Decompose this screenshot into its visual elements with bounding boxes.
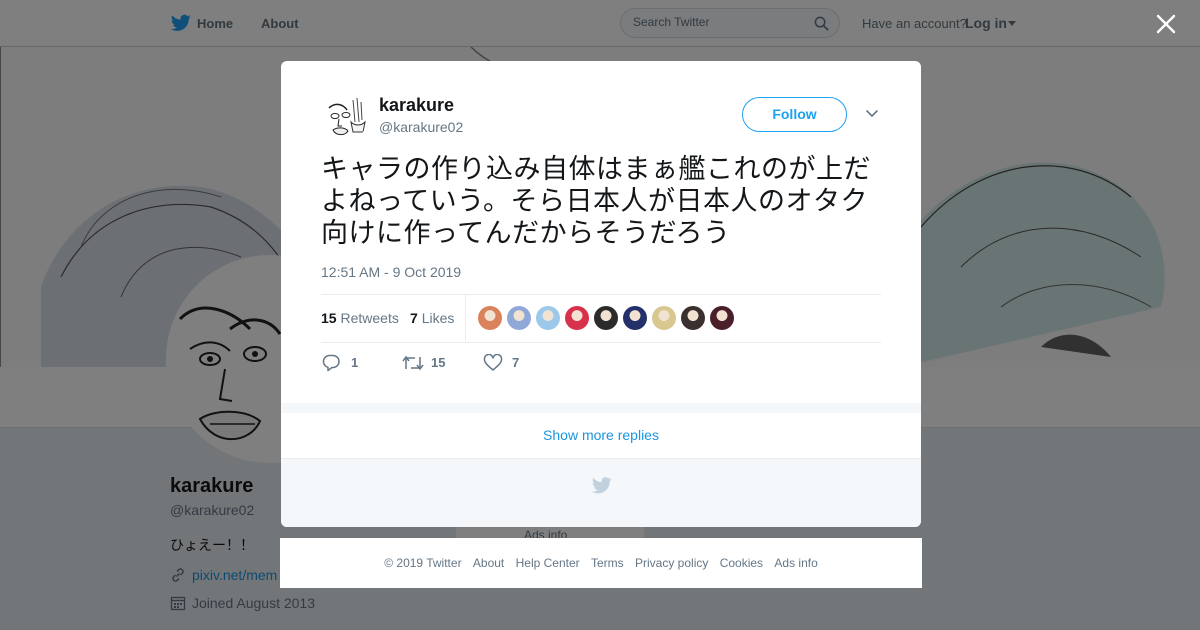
footer-terms-link[interactable]: Terms — [591, 556, 624, 570]
footer-ads-info-link[interactable]: Ads info — [774, 556, 817, 570]
stats-divider — [465, 295, 466, 341]
tweet-timestamp[interactable]: 12:51 AM - 9 Oct 2019 — [321, 264, 461, 280]
site-footer: © 2019 Twitter About Help Center Terms P… — [280, 538, 922, 588]
liker-avatar[interactable] — [565, 306, 589, 330]
retweets-count: 15 — [321, 310, 337, 326]
likes-count: 7 — [410, 310, 418, 326]
twitter-bird-icon — [592, 477, 612, 494]
tweet-stats: 15 Retweets 7 Likes — [321, 294, 881, 343]
liker-avatar[interactable] — [652, 306, 676, 330]
liker-avatar[interactable] — [478, 306, 502, 330]
show-more-replies-link[interactable]: Show more replies — [281, 413, 921, 459]
retweet-icon — [402, 355, 424, 371]
footer-about-link[interactable]: About — [473, 556, 504, 570]
liker-avatar[interactable] — [623, 306, 647, 330]
liker-avatar[interactable] — [594, 306, 618, 330]
reply-count: 1 — [351, 355, 359, 370]
retweet-count: 15 — [431, 355, 446, 370]
tweet-actions: 1 15 7 — [321, 351, 621, 375]
footer-cookies-link[interactable]: Cookies — [720, 556, 763, 570]
modal-footer — [281, 459, 921, 527]
footer-copyright: © 2019 Twitter — [384, 556, 462, 570]
tweet-author-handle[interactable]: @karakure02 — [379, 119, 463, 135]
footer-privacy-link[interactable]: Privacy policy — [635, 556, 708, 570]
chevron-down-icon[interactable] — [865, 109, 879, 119]
close-icon[interactable] — [1155, 13, 1177, 35]
likes-label: Likes — [421, 310, 455, 326]
follow-button[interactable]: Follow — [742, 97, 847, 132]
reply-icon — [322, 354, 340, 372]
tweet-modal: karakure @karakure02 Follow キャラの作り込み自体はま… — [281, 61, 921, 527]
footer-help-center-link[interactable]: Help Center — [516, 556, 580, 570]
like-count: 7 — [512, 355, 520, 370]
liker-avatar[interactable] — [681, 306, 705, 330]
retweets-stat[interactable]: 15 Retweets — [321, 310, 399, 326]
liker-avatar[interactable] — [507, 306, 531, 330]
retweets-label: Retweets — [340, 310, 399, 326]
tweet-author-name[interactable]: karakure — [379, 95, 454, 116]
tweet-author-avatar[interactable] — [321, 92, 369, 140]
liker-avatar[interactable] — [710, 306, 734, 330]
tweet-text: キャラの作り込み自体はまぁ艦これのが上だよねっていう。そら日本人が日本人のオタク… — [321, 154, 871, 248]
footer-links: © 2019 Twitter About Help Center Terms P… — [280, 556, 922, 570]
author-avatar-drawing — [321, 92, 369, 140]
replies-separator — [281, 403, 921, 413]
heart-icon — [483, 354, 503, 371]
liker-avatar[interactable] — [536, 306, 560, 330]
likes-stat[interactable]: 7 Likes — [410, 310, 454, 326]
